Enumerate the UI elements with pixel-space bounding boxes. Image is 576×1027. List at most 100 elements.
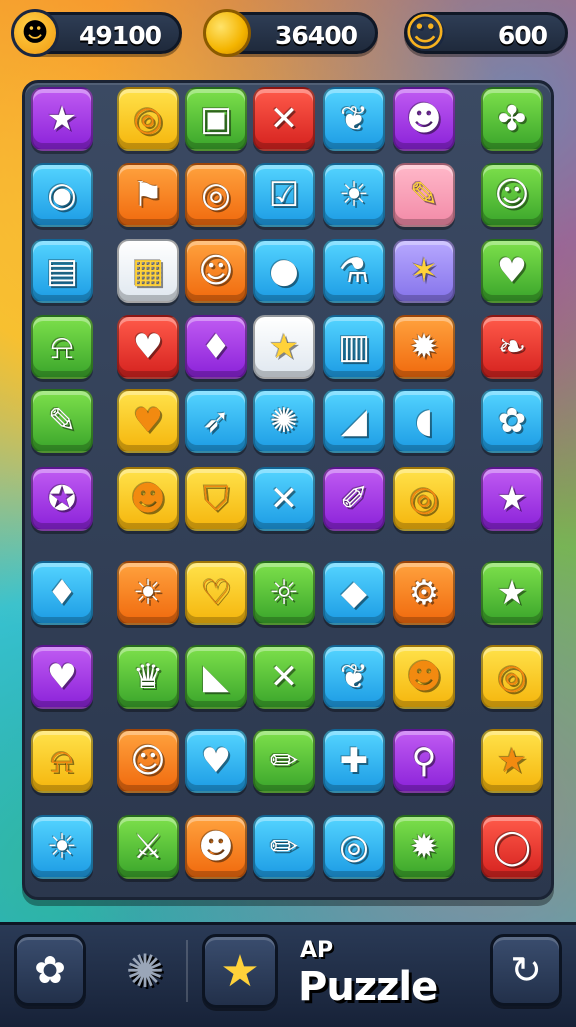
star-button[interactable]: ★ [202,934,278,1008]
tile-r6-c4[interactable]: ✕ [253,467,315,531]
heart-icon: ♡ [200,573,232,613]
tile-r5-c4[interactable]: ✺ [253,389,315,453]
tile-r5-c6[interactable]: ◖ [393,389,455,453]
tile-r3-c3[interactable]: ☺ [185,239,247,303]
tile-r3-c1[interactable]: ▤ [31,239,93,303]
tile-r7-c5[interactable]: ◆ [323,561,385,625]
frog-icon: ☻ [406,657,442,697]
restart-button[interactable]: ↻ [490,934,562,1006]
tile-r8-c1[interactable]: ♥ [31,645,93,709]
tile-r7-c1[interactable]: ♦ [31,561,93,625]
tile-r1-c7[interactable]: ✤ [481,87,543,151]
tile-r8-c7[interactable]: ◎ [481,645,543,709]
sword-icon: ⚔ [132,827,164,867]
bell-icon: ⍾ [50,327,74,367]
heart-icon: ♥ [200,741,232,781]
tile-r4-c7[interactable]: ❧ [481,315,543,379]
ghost-creature-icon: ☺ [404,10,446,56]
tile-r5-c2[interactable]: ♥ [117,389,179,453]
tile-r4-c3[interactable]: ♦ [185,315,247,379]
tile-r3-c6[interactable]: ✶ [393,239,455,303]
tile-r6-c5[interactable]: ✐ [323,467,385,531]
sun-face-icon: ☀ [338,175,370,215]
tile-r2-c4[interactable]: ☑ [253,163,315,227]
tile-r7-c7[interactable]: ★ [481,561,543,625]
tile-r4-c6[interactable]: ✹ [393,315,455,379]
swirl-icon: ✤ [497,99,527,139]
tile-r8-c4[interactable]: ✕ [253,645,315,709]
puzzle-piece-icon: ✚ [339,741,369,781]
tile-r8-c6[interactable]: ☻ [393,645,455,709]
tile-r3-c7[interactable]: ♥ [481,239,543,303]
score-counter: ☻ 49100 [11,9,182,57]
rocket-icon: ➶ [201,401,231,441]
tile-r6-c7[interactable]: ★ [481,467,543,531]
settings-button[interactable]: ✿ [14,934,86,1006]
tile-r8-c5[interactable]: ❦ [323,645,385,709]
tile-r7-c2[interactable]: ☀ [117,561,179,625]
crayon-icon: ✏ [269,741,299,781]
tile-r5-c3[interactable]: ➶ [185,389,247,453]
tile-r9-c6[interactable]: ⚲ [393,729,455,793]
star-icon: ★ [496,741,528,781]
tile-r5-c5[interactable]: ◢ [323,389,385,453]
tile-r4-c2[interactable]: ♥ [117,315,179,379]
tile-r6-c3[interactable]: ⛉ [185,467,247,531]
tile-r9-c2[interactable]: ☺ [117,729,179,793]
tile-r5-c7[interactable]: ✿ [481,389,543,453]
tile-r3-c4[interactable]: ● [253,239,315,303]
tile-r9-c4[interactable]: ✏ [253,729,315,793]
tile-r9-c1[interactable]: ⍾ [31,729,93,793]
tile-r4-c1[interactable]: ⍾ [31,315,93,379]
tile-r3-c2[interactable]: ▦ [117,239,179,303]
crystal-icon: ◆ [340,573,368,613]
tile-r1-c6[interactable]: ☻ [393,87,455,151]
tile-r7-c3[interactable]: ♡ [185,561,247,625]
tile-r9-c3[interactable]: ♥ [185,729,247,793]
tile-r6-c1[interactable]: ✪ [31,467,93,531]
restart-arrow-icon: ↻ [510,948,542,992]
tile-r6-c2[interactable]: ☻ [117,467,179,531]
tile-r6-c6[interactable]: ◎ [393,467,455,531]
tile-r2-c6[interactable]: ✎ [393,163,455,227]
tile-r3-c5[interactable]: ⚗ [323,239,385,303]
tile-r4-c5[interactable]: ▥ [323,315,385,379]
tile-r10-c6[interactable]: ✹ [393,815,455,879]
tile-r5-c1[interactable]: ✎ [31,389,93,453]
flame-face-icon: ☻ [406,99,442,139]
tile-r1-c3[interactable]: ▣ [185,87,247,151]
tile-r2-c1[interactable]: ◉ [31,163,93,227]
tile-r9-c5[interactable]: ✚ [323,729,385,793]
fish-icon: ◖ [415,401,433,441]
tile-r8-c2[interactable]: ♛ [117,645,179,709]
bubble-icon: ◉ [47,175,77,215]
tile-r10-c3[interactable]: ☻ [185,815,247,879]
tile-r2-c2[interactable]: ⚑ [117,163,179,227]
tile-r1-c5[interactable]: ❦ [323,87,385,151]
star-icon: ★ [268,327,300,367]
tile-r10-c4[interactable]: ✏ [253,815,315,879]
pencil-icon: ✎ [47,401,77,441]
leaf-icon: ❦ [339,657,369,697]
tile-r2-c7[interactable]: ☺ [481,163,543,227]
tile-r7-c4[interactable]: ☼ [253,561,315,625]
tile-r4-c4[interactable]: ★ [253,315,315,379]
tile-r8-c3[interactable]: ◣ [185,645,247,709]
tile-r9-c7[interactable]: ★ [481,729,543,793]
booster-button[interactable]: ✺ [110,936,180,1006]
tile-r10-c5[interactable]: ◎ [323,815,385,879]
tile-r10-c7[interactable]: ◯ [481,815,543,879]
tile-r10-c1[interactable]: ☀ [31,815,93,879]
tile-r2-c5[interactable]: ☀ [323,163,385,227]
tile-r7-c6[interactable]: ⚙ [393,561,455,625]
tile-r1-c1[interactable]: ★ [31,87,93,151]
shield-icon: ⛉ [203,479,229,519]
tile-r1-c2[interactable]: ◎ [117,87,179,151]
tile-r1-c4[interactable]: ✕ [253,87,315,151]
tile-r2-c3[interactable]: ◎ [185,163,247,227]
virus-icon: ✹ [409,827,439,867]
gear-icon: ⚙ [408,573,440,613]
gem-icon: ♦ [46,573,78,613]
book-icon: ▤ [45,251,79,291]
tile-r10-c2[interactable]: ⚔ [117,815,179,879]
